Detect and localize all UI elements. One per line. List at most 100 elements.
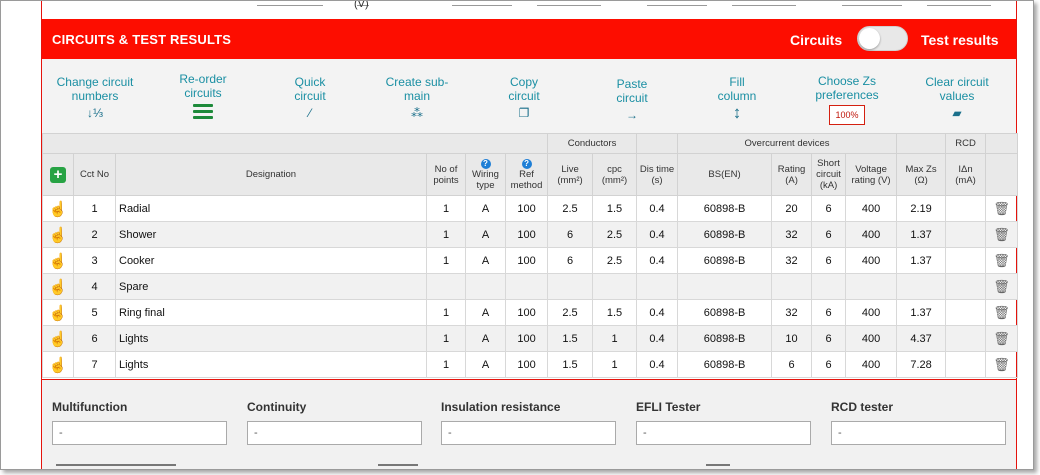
help-icon[interactable]: ?: [480, 159, 491, 169]
create-sub-main-button[interactable]: Create sub-main ⁂: [382, 75, 452, 120]
trash-icon[interactable]: 🗑: [993, 201, 1010, 216]
cell-wiring-type[interactable]: [465, 273, 506, 300]
cell-voltage-rating[interactable]: 400: [845, 299, 898, 326]
table-row[interactable]: ☝ 5 Ring final 1 A 100 2.5 1.5 0.4 60898-B 32 6 400 1…: [42, 299, 1019, 326]
delete-cell[interactable]: 🗑: [985, 247, 1019, 274]
cell-dis-time[interactable]: [636, 273, 679, 300]
cell-live[interactable]: 6: [547, 221, 594, 248]
continuity-input[interactable]: [247, 421, 422, 445]
cell-bs-en[interactable]: 60898-B: [677, 351, 773, 378]
cell-voltage-rating[interactable]: 400: [845, 351, 898, 378]
multifunction-input[interactable]: [52, 421, 227, 445]
cell-no-of-points[interactable]: 1: [426, 247, 466, 274]
row-select-cell[interactable]: ☝: [42, 273, 74, 300]
cell-live[interactable]: 6: [547, 247, 594, 274]
hand-pointer-icon[interactable]: ☝: [49, 279, 68, 296]
insulation-resistance-input[interactable]: [441, 421, 616, 445]
add-circuit-icon[interactable]: +: [50, 166, 66, 183]
cell-cpc[interactable]: [592, 273, 638, 300]
delete-cell[interactable]: 🗑: [985, 325, 1019, 352]
cell-wiring-type[interactable]: A: [465, 221, 506, 248]
delete-cell[interactable]: 🗑: [985, 351, 1019, 378]
cell-voltage-rating[interactable]: [845, 273, 898, 300]
row-select-cell[interactable]: ☝: [42, 351, 74, 378]
trash-icon[interactable]: 🗑: [993, 305, 1010, 320]
cell-rating[interactable]: 32: [771, 299, 813, 326]
circuits-test-results-toggle[interactable]: [857, 26, 908, 51]
cell-idn[interactable]: [945, 299, 987, 326]
cell-bs-en[interactable]: 60898-B: [677, 247, 773, 274]
delete-cell[interactable]: 🗑: [985, 273, 1019, 300]
cell-wiring-type[interactable]: A: [465, 299, 506, 326]
cell-live[interactable]: 1.5: [547, 325, 594, 352]
cell-designation[interactable]: Cooker: [115, 247, 427, 274]
cell-short-circuit[interactable]: 6: [811, 351, 847, 378]
cell-cpc[interactable]: 1: [592, 351, 638, 378]
cell-cpc[interactable]: 2.5: [592, 221, 638, 248]
clear-circuit-values-button[interactable]: Clear circuit values ▰: [914, 75, 1000, 120]
cell-no-of-points[interactable]: 1: [426, 299, 466, 326]
cell-bs-en[interactable]: 60898-B: [677, 195, 773, 222]
cell-max-zs[interactable]: 1.37: [896, 247, 947, 274]
cell-short-circuit[interactable]: 6: [811, 325, 847, 352]
cell-wiring-type[interactable]: A: [465, 247, 506, 274]
hand-pointer-icon[interactable]: ☝: [49, 253, 68, 270]
toggle-label-test-results[interactable]: Test results: [921, 32, 999, 48]
cell-short-circuit[interactable]: 6: [811, 247, 847, 274]
cell-ref-method[interactable]: 100: [504, 221, 549, 248]
row-select-cell[interactable]: ☝: [42, 195, 74, 222]
trash-icon[interactable]: 🗑: [993, 279, 1010, 294]
cell-max-zs[interactable]: 1.37: [896, 221, 947, 248]
cell-ref-method[interactable]: 100: [504, 195, 549, 222]
cell-cpc[interactable]: 2.5: [592, 247, 638, 274]
cell-dis-time[interactable]: 0.4: [636, 325, 679, 352]
cell-max-zs[interactable]: 2.19: [896, 195, 947, 222]
row-select-cell[interactable]: ☝: [42, 247, 74, 274]
table-row[interactable]: ☝ 1 Radial 1 A 100 2.5 1.5 0.4 60898-B 20 6 400 2.19 🗑: [42, 195, 1019, 222]
cell-voltage-rating[interactable]: 400: [845, 247, 898, 274]
cell-rating[interactable]: 20: [771, 195, 813, 222]
help-icon[interactable]: ?: [521, 159, 532, 169]
cell-no-of-points[interactable]: 1: [426, 325, 466, 352]
cell-dis-time[interactable]: 0.4: [636, 195, 679, 222]
cell-max-zs[interactable]: 1.37: [896, 299, 947, 326]
delete-cell[interactable]: 🗑: [985, 221, 1019, 248]
choose-zs-preferences-button[interactable]: Choose Zs preferences 100%: [807, 74, 887, 125]
reorder-circuits-button[interactable]: Re-order circuits: [170, 72, 236, 122]
cell-idn[interactable]: [945, 273, 987, 300]
cell-max-zs[interactable]: [896, 273, 947, 300]
cell-live[interactable]: 2.5: [547, 299, 594, 326]
cell-rating[interactable]: 10: [771, 325, 813, 352]
cell-bs-en[interactable]: [677, 273, 773, 300]
change-circuit-numbers-button[interactable]: Change circuit numbers ↓⅓: [52, 75, 138, 120]
hand-pointer-icon[interactable]: ☝: [49, 201, 68, 218]
table-row[interactable]: ☝ 7 Lights 1 A 100 1.5 1 0.4 60898-B 6 6 400 7.28 🗑: [42, 351, 1019, 378]
cell-ref-method[interactable]: 100: [504, 325, 549, 352]
cell-rating[interactable]: [771, 273, 813, 300]
rcd-tester-input[interactable]: [831, 421, 1006, 445]
row-select-cell[interactable]: ☝: [42, 325, 74, 352]
cell-no-of-points[interactable]: 1: [426, 351, 466, 378]
trash-icon[interactable]: 🗑: [993, 357, 1010, 372]
trash-icon[interactable]: 🗑: [993, 253, 1010, 268]
quick-circuit-button[interactable]: Quick circuit ⁄: [280, 75, 340, 120]
cell-no-of-points[interactable]: 1: [426, 221, 466, 248]
cell-idn[interactable]: [945, 247, 987, 274]
cell-wiring-type[interactable]: A: [465, 351, 506, 378]
table-row[interactable]: ☝ 2 Shower 1 A 100 6 2.5 0.4 60898-B 32 6 400 1.37 🗑: [42, 221, 1019, 248]
cell-ref-method[interactable]: 100: [504, 351, 549, 378]
cell-ref-method[interactable]: [504, 273, 549, 300]
cell-short-circuit[interactable]: 6: [811, 195, 847, 222]
hand-pointer-icon[interactable]: ☝: [49, 305, 68, 322]
table-row[interactable]: ☝ 6 Lights 1 A 100 1.5 1 0.4 60898-B 10 6 400 4.37 🗑: [42, 325, 1019, 352]
trash-icon[interactable]: 🗑: [993, 227, 1010, 242]
table-row[interactable]: ☝ 3 Cooker 1 A 100 6 2.5 0.4 60898-B 32 6 400 1.37 🗑: [42, 247, 1019, 274]
cell-ref-method[interactable]: 100: [504, 299, 549, 326]
row-select-cell[interactable]: ☝: [42, 221, 74, 248]
cell-bs-en[interactable]: 60898-B: [677, 325, 773, 352]
fill-column-button[interactable]: Fill column ↕: [709, 75, 765, 121]
cell-dis-time[interactable]: 0.4: [636, 221, 679, 248]
cell-rating[interactable]: 32: [771, 221, 813, 248]
delete-cell[interactable]: 🗑: [985, 195, 1019, 222]
cell-designation[interactable]: Radial: [115, 195, 427, 222]
